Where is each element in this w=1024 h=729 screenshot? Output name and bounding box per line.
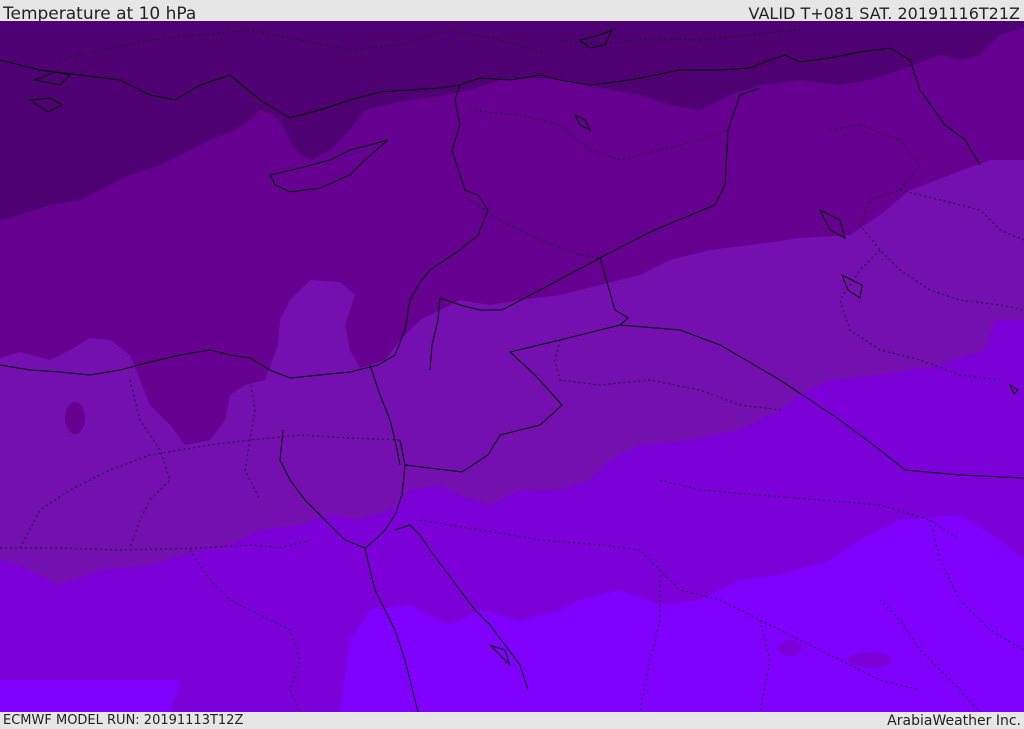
temperature-map <box>0 21 1024 712</box>
model-run-label: ECMWF MODEL RUN: 20191113T12Z <box>3 713 244 728</box>
header-bar: Temperature at 10 hPa VALID T+081 SAT. 2… <box>0 0 1024 24</box>
cold-pocket <box>65 402 85 434</box>
warm-pocket-2 <box>778 640 802 656</box>
footer-bar: ECMWF MODEL RUN: 20191113T12Z ArabiaWeat… <box>0 712 1024 729</box>
credit-label: ArabiaWeather Inc. <box>887 713 1021 729</box>
warm-pocket-1 <box>848 652 892 668</box>
map-svg <box>0 21 1024 712</box>
